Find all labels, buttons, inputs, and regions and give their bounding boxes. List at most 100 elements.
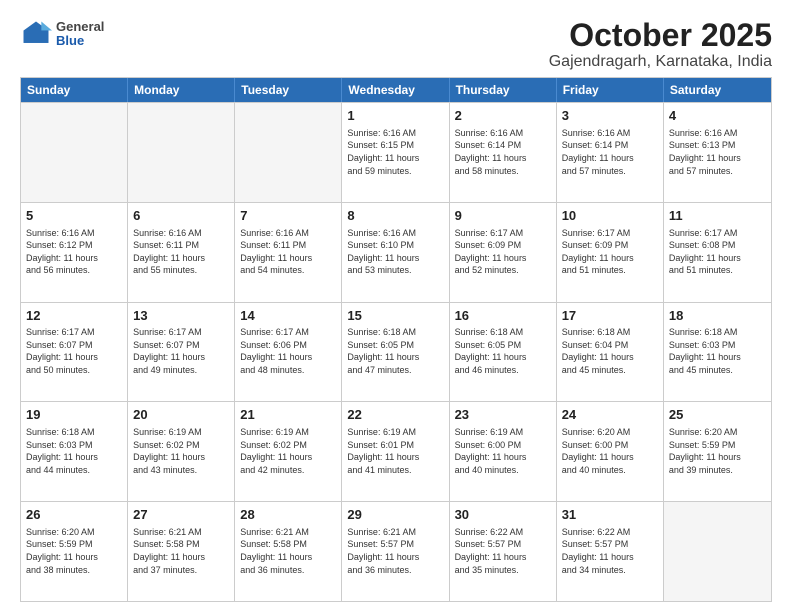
day-info: Sunrise: 6:21 AM Sunset: 5:58 PM Dayligh… <box>240 526 336 576</box>
table-row: 16Sunrise: 6:18 AM Sunset: 6:05 PM Dayli… <box>450 303 557 402</box>
day-number: 10 <box>562 207 658 225</box>
day-info: Sunrise: 6:19 AM Sunset: 6:02 PM Dayligh… <box>133 426 229 476</box>
day-info: Sunrise: 6:19 AM Sunset: 6:02 PM Dayligh… <box>240 426 336 476</box>
table-row: 31 Sunrise: 6:22 AM Sunset: 5:57 PM Dayli… <box>557 502 664 601</box>
table-row <box>21 103 128 202</box>
day-number: 20 <box>133 406 229 424</box>
day-info: Sunrise: 6:16 AM Sunset: 6:12 PM Dayligh… <box>26 227 122 277</box>
table-row: 1 Sunrise: 6:16 AM Sunset: 6:15 PM Daylig… <box>342 103 449 202</box>
day-number: 22 <box>347 406 443 424</box>
day-number: 12 <box>26 307 122 325</box>
table-row: 24Sunrise: 6:20 AM Sunset: 6:00 PM Dayli… <box>557 402 664 501</box>
day-info: Sunrise: 6:17 AM Sunset: 6:06 PM Dayligh… <box>240 326 336 376</box>
table-row <box>664 502 771 601</box>
table-row: 22 Sunrise: 6:19 AM Sunset: 6:01 PM Dayli… <box>342 402 449 501</box>
day-info: Sunrise: 6:16 AM Sunset: 6:11 PM Dayligh… <box>133 227 229 277</box>
table-row: 7 Sunrise: 6:16 AM Sunset: 6:11 PM Daylig… <box>235 203 342 302</box>
day-info: Sunrise: 6:16 AM Sunset: 6:13 PM Dayligh… <box>669 127 766 177</box>
day-info: Sunrise: 6:17 AM Sunset: 6:08 PM Dayligh… <box>669 227 766 277</box>
table-row: 10 Sunrise: 6:17 AM Sunset: 6:09 PM Dayli… <box>557 203 664 302</box>
day-info: Sunrise: 6:16 AM Sunset: 6:14 PM Dayligh… <box>562 127 658 177</box>
day-info: Sunrise: 6:17 AM Sunset: 6:09 PM Dayligh… <box>455 227 551 277</box>
day-info: Sunrise: 6:16 AM Sunset: 6:14 PM Dayligh… <box>455 127 551 177</box>
day-number: 31 <box>562 506 658 524</box>
table-row: 14Sunrise: 6:17 AM Sunset: 6:06 PM Dayli… <box>235 303 342 402</box>
logo: General Blue <box>20 18 104 50</box>
weekday-header-friday: Friday <box>557 78 664 102</box>
calendar-header: SundayMondayTuesdayWednesdayThursdayFrid… <box>21 78 771 102</box>
week-row-1: 1 Sunrise: 6:16 AM Sunset: 6:15 PM Daylig… <box>21 102 771 202</box>
day-info: Sunrise: 6:20 AM Sunset: 5:59 PM Dayligh… <box>669 426 766 476</box>
day-number: 8 <box>347 207 443 225</box>
table-row: 13Sunrise: 6:17 AM Sunset: 6:07 PM Dayli… <box>128 303 235 402</box>
day-number: 14 <box>240 307 336 325</box>
week-row-2: 5 Sunrise: 6:16 AM Sunset: 6:12 PM Daylig… <box>21 202 771 302</box>
weekday-header-sunday: Sunday <box>21 78 128 102</box>
day-info: Sunrise: 6:18 AM Sunset: 6:04 PM Dayligh… <box>562 326 658 376</box>
day-info: Sunrise: 6:22 AM Sunset: 5:57 PM Dayligh… <box>562 526 658 576</box>
day-number: 17 <box>562 307 658 325</box>
weekday-header-wednesday: Wednesday <box>342 78 449 102</box>
table-row: 11 Sunrise: 6:17 AM Sunset: 6:08 PM Dayli… <box>664 203 771 302</box>
table-row <box>235 103 342 202</box>
day-number: 26 <box>26 506 122 524</box>
weekday-header-monday: Monday <box>128 78 235 102</box>
title-block: October 2025 Gajendragarh, Karnataka, In… <box>549 18 772 71</box>
day-info: Sunrise: 6:20 AM Sunset: 5:59 PM Dayligh… <box>26 526 122 576</box>
page: General Blue October 2025 Gajendragarh, … <box>0 0 792 612</box>
day-number: 27 <box>133 506 229 524</box>
table-row: 19 Sunrise: 6:18 AM Sunset: 6:03 PM Dayli… <box>21 402 128 501</box>
table-row: 26 Sunrise: 6:20 AM Sunset: 5:59 PM Dayli… <box>21 502 128 601</box>
day-number: 3 <box>562 107 658 125</box>
table-row: 23Sunrise: 6:19 AM Sunset: 6:00 PM Dayli… <box>450 402 557 501</box>
weekday-header-tuesday: Tuesday <box>235 78 342 102</box>
week-row-5: 26 Sunrise: 6:20 AM Sunset: 5:59 PM Dayli… <box>21 501 771 601</box>
table-row: 25 Sunrise: 6:20 AM Sunset: 5:59 PM Dayli… <box>664 402 771 501</box>
day-info: Sunrise: 6:17 AM Sunset: 6:09 PM Dayligh… <box>562 227 658 277</box>
day-number: 7 <box>240 207 336 225</box>
day-info: Sunrise: 6:18 AM Sunset: 6:05 PM Dayligh… <box>347 326 443 376</box>
day-info: Sunrise: 6:16 AM Sunset: 6:11 PM Dayligh… <box>240 227 336 277</box>
logo-general: General <box>56 20 104 34</box>
day-info: Sunrise: 6:16 AM Sunset: 6:15 PM Dayligh… <box>347 127 443 177</box>
day-number: 15 <box>347 307 443 325</box>
table-row: 4 Sunrise: 6:16 AM Sunset: 6:13 PM Daylig… <box>664 103 771 202</box>
day-number: 23 <box>455 406 551 424</box>
week-row-4: 19 Sunrise: 6:18 AM Sunset: 6:03 PM Dayli… <box>21 401 771 501</box>
day-info: Sunrise: 6:19 AM Sunset: 6:01 PM Dayligh… <box>347 426 443 476</box>
day-info: Sunrise: 6:21 AM Sunset: 5:57 PM Dayligh… <box>347 526 443 576</box>
table-row: 17Sunrise: 6:18 AM Sunset: 6:04 PM Dayli… <box>557 303 664 402</box>
table-row: 21 Sunrise: 6:19 AM Sunset: 6:02 PM Dayli… <box>235 402 342 501</box>
day-info: Sunrise: 6:18 AM Sunset: 6:03 PM Dayligh… <box>26 426 122 476</box>
table-row: 20 Sunrise: 6:19 AM Sunset: 6:02 PM Dayli… <box>128 402 235 501</box>
table-row: 30 Sunrise: 6:22 AM Sunset: 5:57 PM Dayli… <box>450 502 557 601</box>
day-number: 9 <box>455 207 551 225</box>
table-row: 9 Sunrise: 6:17 AM Sunset: 6:09 PM Daylig… <box>450 203 557 302</box>
day-info: Sunrise: 6:22 AM Sunset: 5:57 PM Dayligh… <box>455 526 551 576</box>
day-number: 25 <box>669 406 766 424</box>
logo-text: General Blue <box>56 20 104 49</box>
month-title: October 2025 <box>549 18 772 53</box>
day-number: 4 <box>669 107 766 125</box>
table-row: 3 Sunrise: 6:16 AM Sunset: 6:14 PM Daylig… <box>557 103 664 202</box>
calendar-body: 1 Sunrise: 6:16 AM Sunset: 6:15 PM Daylig… <box>21 102 771 601</box>
day-number: 28 <box>240 506 336 524</box>
day-info: Sunrise: 6:18 AM Sunset: 6:05 PM Dayligh… <box>455 326 551 376</box>
day-number: 29 <box>347 506 443 524</box>
weekday-header-thursday: Thursday <box>450 78 557 102</box>
table-row: 2Sunrise: 6:16 AM Sunset: 6:14 PM Daylig… <box>450 103 557 202</box>
day-number: 5 <box>26 207 122 225</box>
day-info: Sunrise: 6:18 AM Sunset: 6:03 PM Dayligh… <box>669 326 766 376</box>
table-row: 8Sunrise: 6:16 AM Sunset: 6:10 PM Daylig… <box>342 203 449 302</box>
day-number: 6 <box>133 207 229 225</box>
day-number: 24 <box>562 406 658 424</box>
day-number: 21 <box>240 406 336 424</box>
table-row: 15Sunrise: 6:18 AM Sunset: 6:05 PM Dayli… <box>342 303 449 402</box>
day-number: 1 <box>347 107 443 125</box>
day-number: 19 <box>26 406 122 424</box>
day-number: 30 <box>455 506 551 524</box>
day-number: 11 <box>669 207 766 225</box>
day-info: Sunrise: 6:21 AM Sunset: 5:58 PM Dayligh… <box>133 526 229 576</box>
day-info: Sunrise: 6:17 AM Sunset: 6:07 PM Dayligh… <box>133 326 229 376</box>
table-row: 29 Sunrise: 6:21 AM Sunset: 5:57 PM Dayli… <box>342 502 449 601</box>
